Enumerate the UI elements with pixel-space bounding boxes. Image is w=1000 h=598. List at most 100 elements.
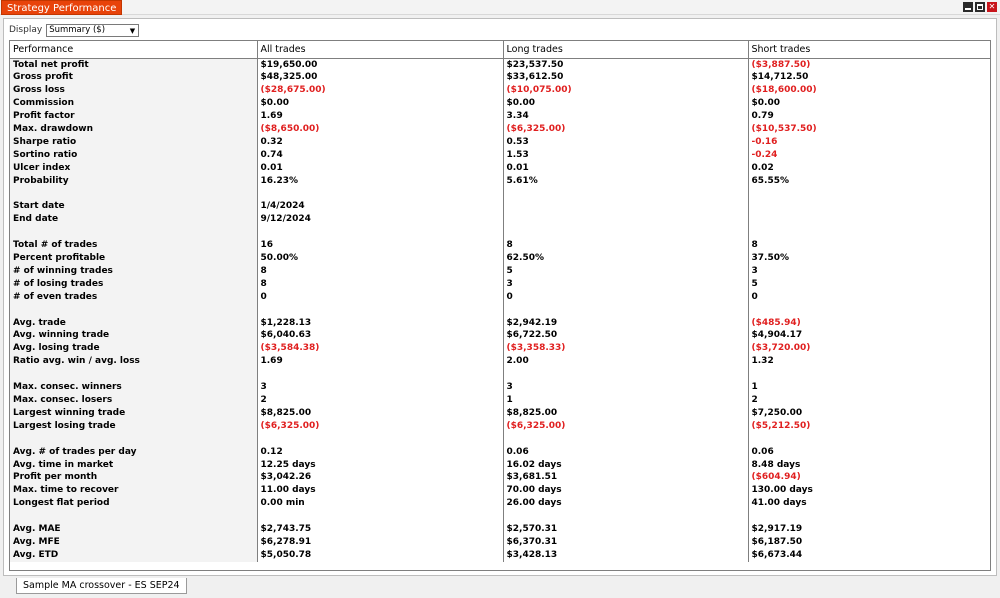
table-row[interactable]: Max. time to recover 11.00 days 70.00 days… [10, 484, 990, 498]
cell-value: ($10,075.00) [502, 84, 748, 98]
window-title[interactable]: Strategy Performance [1, 0, 123, 15]
display-select[interactable]: Summary ($) ▼ [46, 23, 140, 37]
table-row[interactable]: Start date 1/4/2024 [10, 200, 990, 214]
cell-value: 0 [256, 290, 503, 304]
cell-value: $6,040.63 [256, 329, 503, 343]
row-label [10, 226, 257, 240]
chevron-down-icon: ▼ [129, 26, 136, 35]
table-row[interactable]: Sharpe ratio 0.32 0.53 -0.16 [10, 135, 990, 149]
cell-value: 9/12/2024 [256, 213, 503, 227]
table-row[interactable]: Avg. MFE $6,278.91 $6,370.31 $6,187.50 [10, 535, 990, 549]
cell-value: $2,743.75 [256, 523, 503, 536]
title-bar: Strategy Performance ✕ [0, 0, 1000, 15]
table-row[interactable]: # of even trades 0 0 0 [10, 290, 990, 304]
table-row[interactable]: Gross profit $48,325.00 $33,612.50 $14,712.… [10, 71, 990, 85]
cell-value: $0.00 [256, 97, 503, 111]
table-row[interactable]: Profit factor 1.69 3.34 0.79 [10, 110, 990, 124]
cell-value: 41.00 days [747, 497, 990, 511]
column-header-performance[interactable]: Performance [10, 41, 257, 59]
table-row[interactable]: # of winning trades 8 5 3 [10, 264, 990, 278]
cell-value [747, 303, 990, 317]
table-row[interactable]: Sortino ratio 0.74 1.53 -0.24 [10, 148, 990, 162]
table-row[interactable]: Total # of trades 16 8 8 [10, 239, 990, 253]
table-row[interactable]: Largest losing trade ($6,325.00) ($6,325.0… [10, 419, 990, 433]
table-row[interactable]: Longest flat period 0.00 min 26.00 days 41.… [10, 497, 990, 511]
table-row[interactable]: Avg. # of trades per day 0.12 0.06 0.06 [10, 445, 990, 459]
table-row[interactable] [10, 187, 990, 201]
table-row[interactable]: Avg. MAE $2,743.75 $2,570.31 $2,917.19 [10, 523, 990, 536]
column-header-long-trades[interactable]: Long trades [502, 41, 748, 59]
row-label: Max. time to recover [10, 484, 257, 498]
performance-panel: Display Summary ($) ▼ Performance All tr… [3, 18, 997, 576]
cell-value: $3,681.51 [502, 471, 748, 485]
cell-value: 3 [502, 277, 748, 291]
cell-value: $6,673.44 [747, 548, 990, 562]
cell-value [256, 187, 503, 201]
row-label: Avg. time in market [10, 458, 257, 472]
table-row[interactable]: Percent profitable 50.00% 62.50% 37.50% [10, 252, 990, 265]
table-row[interactable]: Avg. ETD $5,050.78 $3,428.13 $6,673.44 [10, 548, 990, 562]
table-row[interactable]: Avg. time in market 12.25 days 16.02 days 8… [10, 458, 990, 472]
cell-value: 1.69 [256, 355, 503, 369]
table-row[interactable]: Ulcer index 0.01 0.01 0.02 [10, 161, 990, 175]
table-row[interactable] [10, 510, 990, 524]
cell-value: ($10,537.50) [747, 123, 990, 136]
strategy-tab[interactable]: Sample MA crossover - ES SEP24 [16, 578, 187, 594]
table-row[interactable] [10, 432, 990, 446]
table-row[interactable]: Avg. losing trade ($3,584.38) ($3,358.33)(… [10, 342, 990, 356]
cell-value: $6,278.91 [256, 535, 503, 549]
row-label: Start date [10, 200, 257, 214]
table-row[interactable]: Largest winning trade $8,825.00 $8,825.00 $… [10, 406, 990, 420]
cell-value: 0.79 [747, 110, 990, 124]
table-row[interactable]: Ratio avg. win / avg. loss 1.69 2.00 1.32 [10, 355, 990, 369]
table-body: Total net profit $19,650.00 $23,537.50 ($3,… [10, 58, 990, 562]
table-row[interactable]: Total net profit $19,650.00 $23,537.50 ($3,… [10, 58, 990, 72]
cell-value: ($8,650.00) [256, 123, 503, 136]
cell-value: $6,187.50 [747, 535, 990, 549]
cell-value: 8 [256, 277, 503, 291]
cell-value: 16.02 days [502, 458, 748, 472]
cell-value: 8.48 days [747, 458, 990, 472]
cell-value: ($6,325.00) [502, 419, 748, 433]
cell-value [256, 368, 503, 382]
column-header-short-trades[interactable]: Short trades [747, 41, 990, 59]
row-label [10, 432, 257, 446]
table-row[interactable]: Gross loss ($28,675.00) ($10,075.00) ($18,6… [10, 84, 990, 98]
table-row[interactable]: Commission $0.00 $0.00 $0.00 [10, 97, 990, 111]
table-row[interactable]: Probability 16.23% 5.61% 65.55% [10, 174, 990, 188]
cell-value: ($18,600.00) [747, 84, 990, 98]
cell-value: 0.12 [256, 445, 503, 459]
row-label: Probability [10, 174, 257, 188]
cell-value [747, 187, 990, 201]
cell-value: $2,942.19 [502, 316, 748, 330]
row-label: Max. consec. winners [10, 381, 257, 394]
row-label: # of winning trades [10, 264, 257, 278]
column-header-all-trades[interactable]: All trades [256, 41, 503, 59]
row-label: Avg. losing trade [10, 342, 257, 356]
table-row[interactable]: Profit per month $3,042.26 $3,681.51 ($604.… [10, 471, 990, 485]
table-row[interactable]: End date 9/12/2024 [10, 213, 990, 227]
close-icon[interactable]: ✕ [987, 2, 997, 12]
table-row[interactable]: Avg. trade $1,228.13 $2,942.19 ($485.94) [10, 316, 990, 330]
table-row[interactable] [10, 303, 990, 317]
cell-value: 5.61% [502, 174, 748, 188]
cell-value [502, 303, 748, 317]
cell-value: 0 [502, 290, 748, 304]
minimize-icon[interactable] [963, 2, 973, 12]
cell-value: 5 [502, 264, 748, 278]
cell-value: $19,650.00 [256, 58, 503, 72]
maximize-icon[interactable] [975, 2, 985, 12]
row-label: Sortino ratio [10, 148, 257, 162]
table-row[interactable]: Max. drawdown ($8,650.00) ($6,325.00) ($10,… [10, 123, 990, 136]
row-label: Largest losing trade [10, 419, 257, 433]
cell-value: $2,917.19 [747, 523, 990, 536]
cell-value: 0.01 [256, 161, 503, 175]
performance-grid[interactable]: Performance All trades Long trades Short… [9, 40, 991, 571]
table-row[interactable]: Max. consec. losers 2 1 2 [10, 394, 990, 407]
table-row[interactable]: Avg. winning trade $6,040.63 $6,722.50 $4,9… [10, 329, 990, 343]
table-row[interactable]: Max. consec. winners 3 3 1 [10, 381, 990, 394]
table-row[interactable] [10, 226, 990, 240]
table-row[interactable]: # of losing trades 8 3 5 [10, 277, 990, 291]
cell-value: 0.06 [502, 445, 748, 459]
table-row[interactable] [10, 368, 990, 382]
